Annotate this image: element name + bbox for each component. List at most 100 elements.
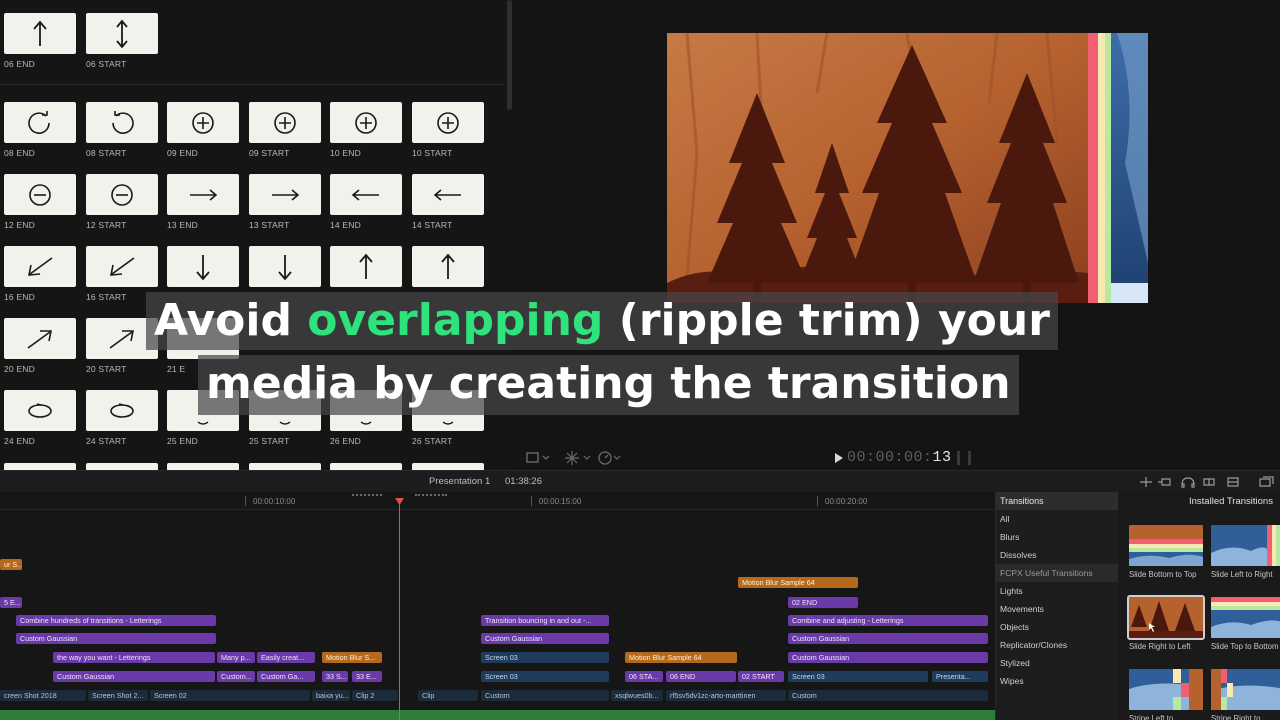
timeline-clip[interactable]: Screen 03 (481, 652, 609, 663)
browser-thumbnail[interactable]: 08 START (86, 102, 160, 158)
browser-thumbnail[interactable]: 10 START (412, 102, 486, 158)
timeline-clip[interactable]: 06 STA... (625, 671, 663, 682)
browser-thumbnail-partial[interactable] (330, 463, 402, 470)
minus-circle-icon (29, 183, 51, 206)
plus-circle-icon (274, 111, 296, 134)
timeline-clip[interactable]: Screen Shot 2... (88, 690, 148, 701)
transition-category[interactable]: Lights (996, 582, 1118, 600)
browser-thumbnail-partial[interactable] (412, 463, 484, 470)
speed-gauge-icon[interactable] (598, 450, 624, 466)
browser-thumbnail[interactable] (167, 246, 241, 292)
browser-thumbnail[interactable]: 14 START (412, 174, 486, 230)
timeline-tool-icons[interactable] (1138, 476, 1278, 488)
transition-category[interactable]: Dissolves (996, 546, 1118, 564)
browser-thumbnail-partial[interactable] (249, 463, 321, 470)
browser-thumbnail[interactable]: 14 END (330, 174, 404, 230)
playhead[interactable] (399, 498, 400, 720)
timeline-ruler[interactable]: 00:00:10:00 00:00:15:00 00:00:20:00 (0, 492, 995, 510)
timeline-clip[interactable]: Motion Blur Sample 64 (738, 577, 858, 588)
transform-tools-icon[interactable] (564, 450, 594, 466)
transition-thumbnail[interactable]: Stripe Right to (1211, 669, 1280, 720)
transition-category[interactable]: Stylized (996, 654, 1118, 672)
transition-category[interactable]: Wipes (996, 672, 1118, 690)
timeline-clip[interactable]: Custom Gaussian (788, 652, 988, 663)
view-options-icon[interactable] (526, 451, 552, 465)
transition-category[interactable]: Objects (996, 618, 1118, 636)
transition-thumbnail[interactable]: Slide Right to Left (1127, 595, 1205, 651)
thumbnail-label: 20 START (86, 364, 127, 374)
timeline-clip[interactable]: the way you want - Letterings (53, 652, 215, 663)
transition-category[interactable]: Blurs (996, 528, 1118, 546)
timeline-clip[interactable]: 33 E... (352, 671, 382, 682)
browser-thumbnail[interactable]: 12 END (4, 174, 78, 230)
timeline-clip[interactable]: ur S... (0, 559, 22, 570)
timeline-clip[interactable]: Presenta... (932, 671, 988, 682)
browser-thumbnail[interactable]: 09 END (167, 102, 241, 158)
browser-thumbnail[interactable]: 08 END (4, 102, 78, 158)
timeline-clip[interactable]: Clip 2 (352, 690, 398, 701)
timeline-clip[interactable]: Easily creat... (257, 652, 315, 663)
browser-thumbnail[interactable]: 13 START (249, 174, 323, 230)
transition-category[interactable]: All (996, 510, 1118, 528)
timeline-clip[interactable]: Screen 02 (150, 690, 310, 701)
browser-thumbnail[interactable]: 24 START (86, 390, 160, 446)
timeline-clip[interactable]: 33 S... (322, 671, 348, 682)
timeline-clip[interactable]: Combine and adjusting - Letterings (788, 615, 988, 626)
play-icon[interactable] (834, 453, 844, 463)
browser-thumbnail[interactable]: 20 END (4, 318, 78, 374)
transition-thumbnail[interactable]: Stripe Left to (1129, 669, 1203, 720)
browser-thumbnail[interactable]: 09 START (249, 102, 323, 158)
transition-thumbnail[interactable]: Slide Top to Bottom (1211, 597, 1280, 651)
timeline-clip[interactable]: Custom... (217, 671, 255, 682)
timeline-clip[interactable]: Custom Ga... (257, 671, 315, 682)
transition-category[interactable]: FCPX Useful Transitions (996, 564, 1118, 582)
thumbnail-label: 08 START (86, 148, 127, 158)
transition-thumbnail[interactable]: Slide Left to Right (1211, 525, 1280, 579)
timeline-clip[interactable]: 06 END (666, 671, 736, 682)
timeline-clip[interactable]: Screen 03 (788, 671, 928, 682)
timeline-clip[interactable]: xsqlwues0b... (611, 690, 663, 701)
browser-thumbnail-partial[interactable] (4, 463, 76, 470)
timeline-clip[interactable]: Custom Gaussian (53, 671, 215, 682)
browser-thumbnail[interactable]: 16 END (4, 246, 78, 302)
timeline-clip[interactable]: Custom (481, 690, 609, 701)
thumbnail-label: 25 START (249, 436, 290, 446)
timeline[interactable]: 00:00:10:00 00:00:15:00 00:00:20:00 ur S… (0, 492, 995, 720)
timeline-clip[interactable]: 5 E... (0, 597, 22, 608)
timeline-clip[interactable]: Motion Blur Sample 64 (625, 652, 737, 663)
timeline-clip[interactable]: 02 START (738, 671, 784, 682)
timeline-clip[interactable]: Custom Gaussian (788, 633, 988, 644)
timeline-clip[interactable]: baixa yu... (312, 690, 350, 701)
timeline-audio-track[interactable] (0, 710, 995, 720)
timeline-clip[interactable]: Screen 03 (481, 671, 609, 682)
browser-thumbnail[interactable]: 24 END (4, 390, 78, 446)
timeline-clip[interactable]: Custom Gaussian (481, 633, 609, 644)
timeline-clip[interactable]: Transition bouncing in and out -... (481, 615, 609, 626)
viewer-frame-image (667, 33, 1148, 303)
timeline-clip[interactable]: 02 END (788, 597, 858, 608)
browser-thumbnail-partial[interactable] (167, 463, 239, 470)
transition-category[interactable]: Movements (996, 600, 1118, 618)
browser-thumbnail[interactable] (412, 246, 486, 292)
browser-thumbnail[interactable]: 06 END (4, 13, 78, 69)
thumbnail-label: 12 START (86, 220, 127, 230)
timeline-clip[interactable]: Custom Gaussian (16, 633, 216, 644)
timeline-clip[interactable]: rf5sv5dv1zc-arto-marttinen (666, 690, 786, 701)
browser-thumbnail[interactable] (249, 246, 323, 292)
transition-name: Slide Left to Right (1211, 570, 1273, 579)
timeline-clip[interactable]: Many p... (217, 652, 255, 663)
timeline-clip[interactable]: Combine hundreds of transitions - Letter… (16, 615, 216, 626)
browser-thumbnail[interactable]: 10 END (330, 102, 404, 158)
browser-thumbnail[interactable]: 06 START (86, 13, 160, 69)
browser-thumbnail[interactable]: 12 START (86, 174, 160, 230)
transition-thumbnail[interactable]: Slide Bottom to Top (1129, 525, 1203, 579)
timeline-clip[interactable]: creen Shot 2018 (0, 690, 86, 701)
browser-thumbnail[interactable]: 13 END (167, 174, 241, 230)
browser-thumbnail[interactable] (330, 246, 404, 292)
timeline-clip[interactable]: Motion Blur S... (322, 652, 382, 663)
transitions-header[interactable]: Transitions (996, 492, 1118, 510)
timeline-clip[interactable]: Custom (788, 690, 988, 701)
timeline-clip[interactable]: Clip (418, 690, 478, 701)
transition-category[interactable]: Replicator/Clones (996, 636, 1118, 654)
browser-thumbnail-partial[interactable] (86, 463, 158, 470)
